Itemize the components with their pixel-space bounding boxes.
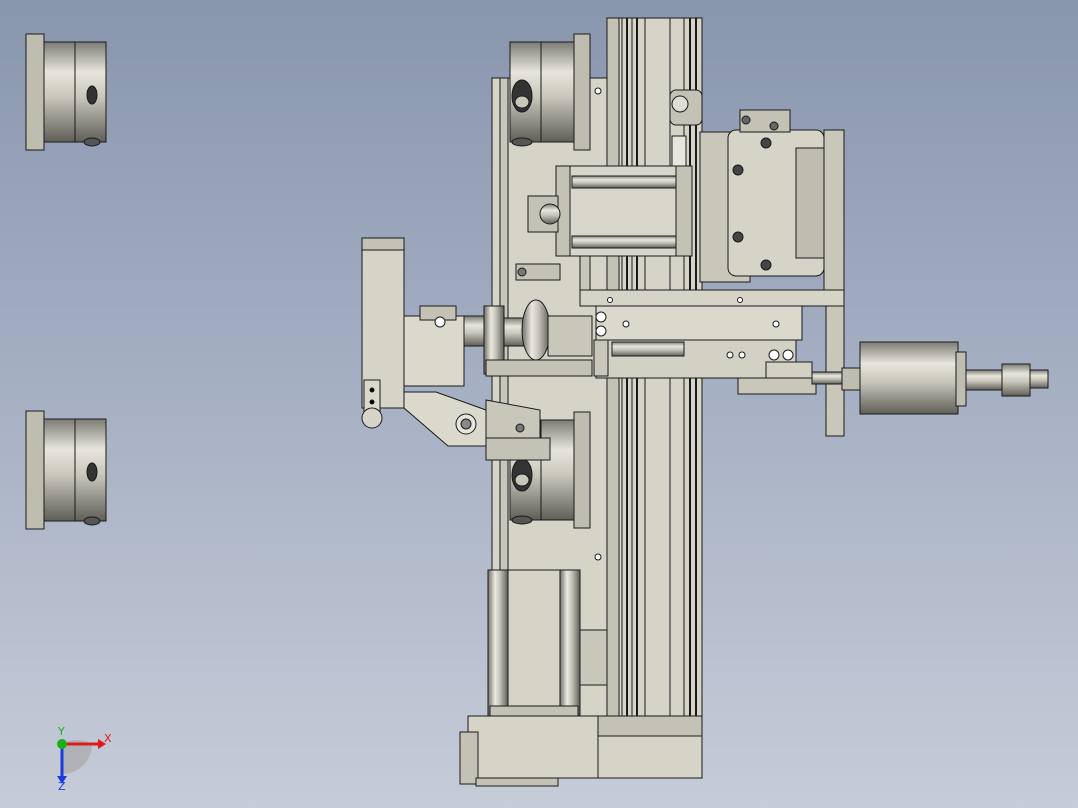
axis-triad: X Y Z [46, 725, 126, 793]
y-axis-dot-icon [57, 739, 67, 749]
gripper-block-right [699, 109, 845, 291]
y-axis-label: Y [57, 726, 65, 738]
x-axis-label: X [104, 732, 112, 745]
roller-hub-top-left [25, 33, 107, 151]
roller-hub-bottom-left [25, 410, 107, 530]
assembly-drawing[interactable] [0, 0, 1078, 808]
roller-top-center [509, 33, 591, 151]
cad-viewport[interactable]: X Y Z [0, 0, 1078, 808]
guide-cylinder [459, 569, 599, 787]
z-axis-label: Z [58, 780, 66, 792]
